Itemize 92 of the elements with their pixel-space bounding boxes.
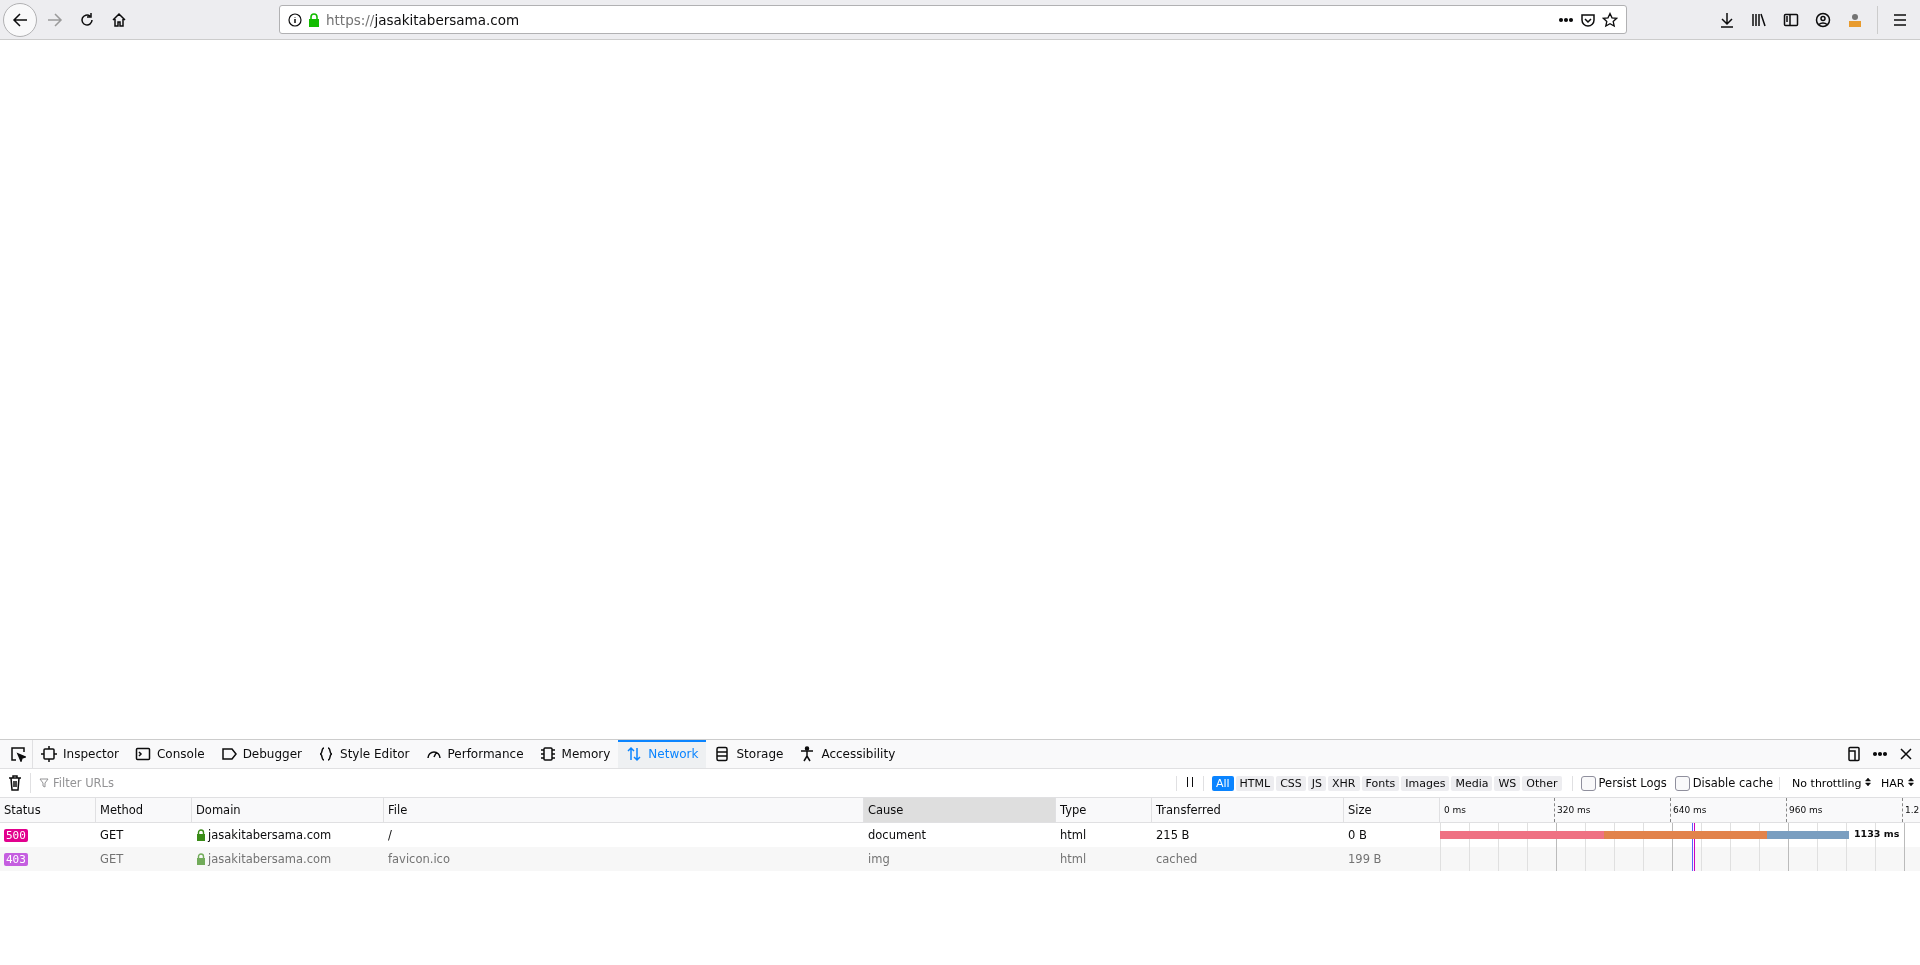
- timeline-tick-label: 0 ms: [1443, 804, 1467, 817]
- total-time-label: 1133 ms: [1854, 828, 1900, 839]
- har-dropdown[interactable]: HAR: [1881, 776, 1914, 790]
- method-cell-text: GET: [99, 851, 125, 868]
- column-header[interactable]: Method: [96, 798, 192, 822]
- pocket-icon[interactable]: [1580, 11, 1596, 28]
- type-filter-button[interactable]: Images: [1401, 775, 1450, 791]
- cause-cell-text: document: [867, 827, 928, 844]
- back-button[interactable]: [3, 2, 37, 37]
- devtools-tab[interactable]: Storage: [706, 740, 792, 768]
- domain-cell: jasakitabersama.com: [208, 852, 332, 866]
- element-picker-button[interactable]: [10, 746, 26, 762]
- close-button[interactable]: [1898, 746, 1914, 762]
- lock-icon: [308, 12, 320, 27]
- status-code-badge: 500: [4, 828, 28, 842]
- devtools-tab[interactable]: Performance: [417, 740, 532, 768]
- trash-icon: [8, 775, 22, 791]
- type-filter-button[interactable]: XHR: [1328, 775, 1360, 791]
- column-header[interactable]: Status: [0, 798, 96, 822]
- file-cell-text: favicon.ico: [387, 851, 451, 868]
- clear-button[interactable]: [8, 775, 22, 791]
- type-filter-button[interactable]: JS: [1307, 775, 1327, 791]
- extension-icon: [1847, 11, 1863, 28]
- type-filter-button[interactable]: WS: [1494, 775, 1521, 791]
- type-cell-text: html: [1059, 851, 1088, 868]
- type-filter-button[interactable]: CSS: [1276, 775, 1306, 791]
- lock-icon: [196, 829, 206, 841]
- inspector-icon: [41, 746, 57, 762]
- download-icon: [1719, 11, 1735, 28]
- dock-icon: [1846, 746, 1862, 762]
- storage-icon: [714, 746, 731, 762]
- picker-icon: [10, 746, 26, 762]
- console-icon: [135, 746, 151, 762]
- account-icon: [1815, 11, 1831, 28]
- timeline-tick-label: 1.2: [1902, 798, 1920, 822]
- braces-icon: [318, 746, 335, 762]
- status-code-badge: 403: [4, 852, 28, 866]
- column-header[interactable]: Cause: [864, 798, 1056, 822]
- option-checkbox[interactable]: Persist Logs: [1580, 775, 1667, 791]
- column-header[interactable]: Type: [1056, 798, 1152, 822]
- arrows-icon: [626, 746, 643, 762]
- filter-icon: [39, 778, 49, 788]
- sort-arrows-icon: [1865, 776, 1872, 787]
- sort-arrows-icon: [1908, 776, 1914, 787]
- column-header[interactable]: Transferred: [1152, 798, 1344, 822]
- pause-icon: [1184, 775, 1195, 788]
- reload-icon: [79, 11, 95, 28]
- debugger-icon: [220, 746, 237, 762]
- type-filter-button[interactable]: Other: [1522, 775, 1562, 791]
- lock-icon: [196, 853, 206, 865]
- file-cell-text: /: [387, 827, 393, 844]
- timeline-tick-label: 640 ms: [1670, 798, 1707, 822]
- cause-cell-text: img: [867, 851, 891, 868]
- timeline-tick-label: 320 ms: [1554, 798, 1591, 822]
- filter-placeholder: Filter URLs: [53, 776, 114, 790]
- type-filter-button[interactable]: All: [1211, 775, 1234, 791]
- size-cell-text: 199 B: [1347, 851, 1383, 868]
- method-cell-text: GET: [99, 827, 125, 844]
- sidebar-icon: [1783, 11, 1799, 28]
- library-icon: [1751, 11, 1767, 28]
- transferred-cell-text: cached: [1155, 851, 1199, 868]
- person-icon: [799, 746, 816, 762]
- devtools-tab[interactable]: Memory: [531, 740, 619, 768]
- type-filter-button[interactable]: Media: [1451, 775, 1493, 791]
- dock-button[interactable]: [1846, 746, 1862, 762]
- url-text: https://jasakitabersama.com: [326, 11, 521, 28]
- pause-button[interactable]: [1175, 775, 1204, 791]
- column-header[interactable]: Domain: [192, 798, 384, 822]
- devtools-tab[interactable]: Debugger: [212, 740, 311, 768]
- home-icon: [111, 11, 127, 28]
- type-filter-button[interactable]: Fonts: [1361, 775, 1400, 791]
- menu-icon: [1892, 11, 1908, 28]
- timeline-tick-label: 960 ms: [1786, 798, 1823, 822]
- option-checkbox[interactable]: Disable cache: [1674, 775, 1774, 791]
- domain-cell: jasakitabersama.com: [208, 828, 332, 842]
- type-cell-text: html: [1059, 827, 1088, 844]
- devtools-tab[interactable]: Accessibility: [791, 740, 904, 768]
- address-bar[interactable]: https://jasakitabersama.com: [279, 5, 1627, 34]
- devtools-tab[interactable]: Console: [127, 740, 213, 768]
- back-arrow-icon: [11, 10, 29, 29]
- devtools-tab[interactable]: Inspector: [33, 740, 127, 768]
- close-icon: [1898, 746, 1914, 762]
- column-header[interactable]: Size: [1344, 798, 1440, 822]
- info-icon: [288, 12, 302, 27]
- forward-arrow-icon: [46, 10, 64, 29]
- transferred-cell-text: 215 B: [1155, 827, 1191, 844]
- star-icon[interactable]: [1602, 11, 1618, 28]
- type-filter-button[interactable]: HTML: [1235, 775, 1275, 791]
- size-cell-text: 0 B: [1347, 827, 1368, 844]
- chip-icon: [539, 746, 556, 762]
- devtools-tab[interactable]: Style Editor: [310, 740, 418, 768]
- throttling-dropdown[interactable]: No throttling: [1792, 776, 1872, 790]
